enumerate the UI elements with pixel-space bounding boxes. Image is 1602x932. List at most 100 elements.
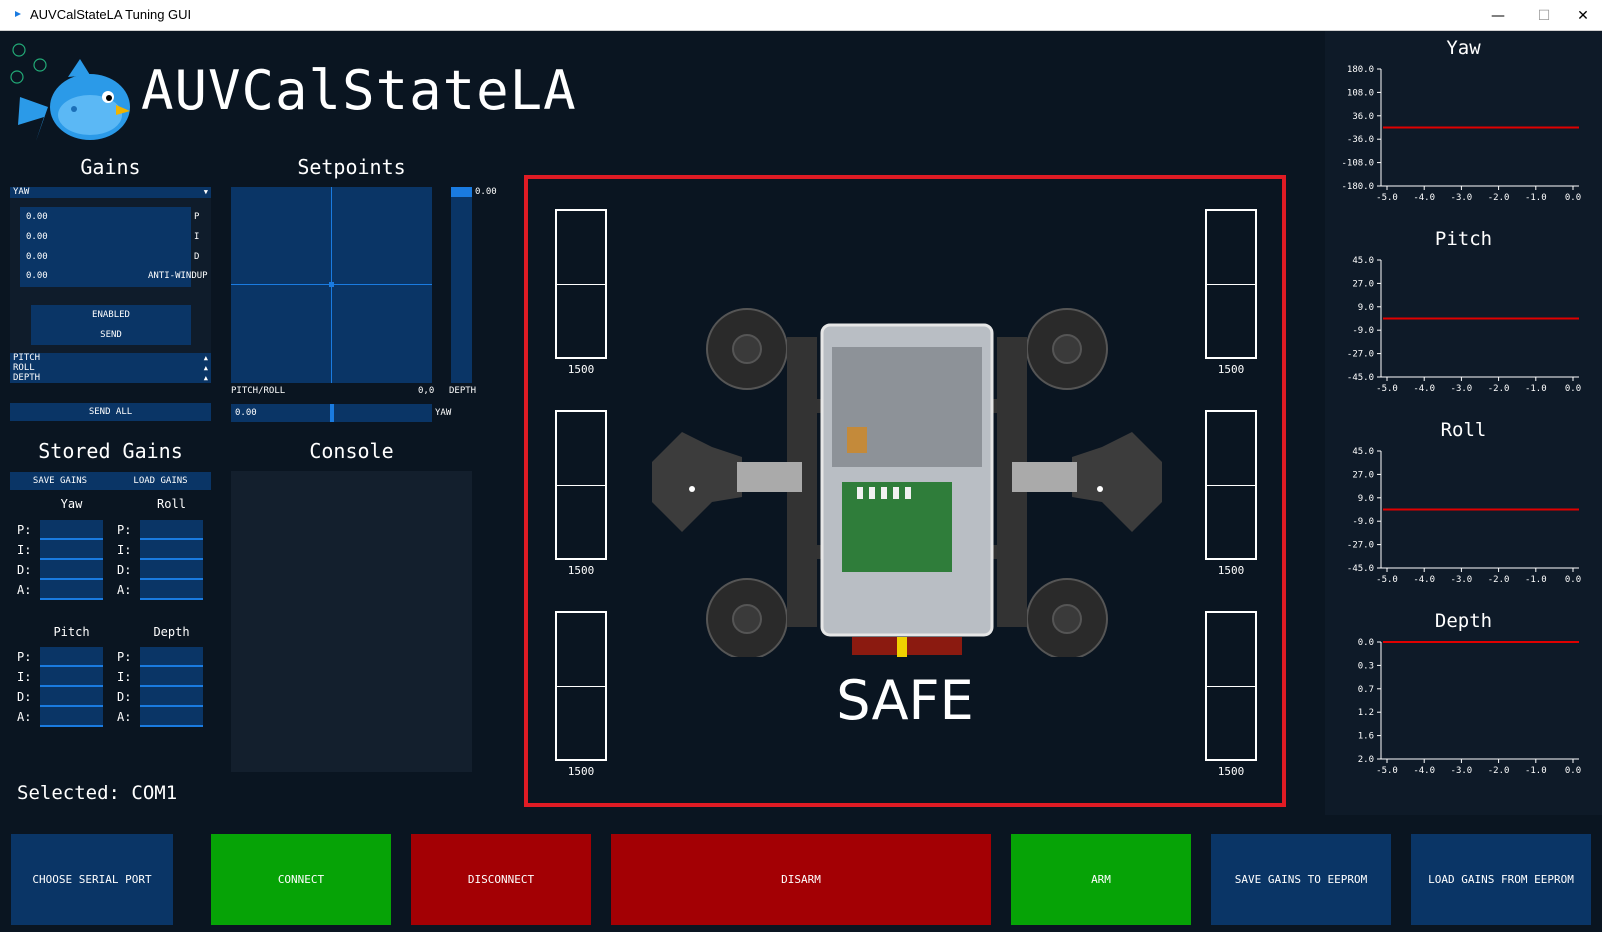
yaw-graph-title: Yaw bbox=[1446, 37, 1481, 59]
disarm-button[interactable]: DISARM bbox=[611, 834, 991, 925]
stored-gain-field[interactable] bbox=[140, 707, 203, 727]
x-tick-label: 0.0 bbox=[1565, 575, 1581, 585]
motor-gauge-mid-right bbox=[1205, 410, 1257, 560]
motor-value: 1500 bbox=[1217, 363, 1245, 376]
depth-slider[interactable] bbox=[451, 187, 472, 383]
x-tick-label: -2.0 bbox=[1488, 766, 1510, 776]
x-tick-label: -4.0 bbox=[1413, 384, 1435, 394]
stored-gain-label: A: bbox=[17, 583, 32, 597]
yaw-slider[interactable]: 0.00 bbox=[231, 404, 432, 422]
x-tick-label: -1.0 bbox=[1525, 575, 1547, 585]
antiwindup-input[interactable]: 0.00 bbox=[26, 271, 48, 281]
y-tick-label: 27.0 bbox=[1352, 470, 1374, 480]
setpoints-title: Setpoints bbox=[297, 155, 406, 179]
pad-handle[interactable] bbox=[329, 282, 334, 287]
depth-collapsed-header[interactable]: DEPTH ▲ bbox=[10, 373, 211, 383]
motor-gauge-front-left bbox=[555, 209, 607, 359]
choose-serial-port-button[interactable]: CHOOSE SERIAL PORT bbox=[11, 834, 173, 925]
pitch-collapsed-header[interactable]: PITCH ▲ bbox=[10, 353, 211, 363]
y-tick-label: -27.0 bbox=[1347, 541, 1374, 551]
x-tick-label: -1.0 bbox=[1525, 384, 1547, 394]
window-titlebar: AUVCalStateLA Tuning GUI — ☐ ✕ bbox=[0, 0, 1602, 31]
i-gain-input[interactable]: 0.00 bbox=[26, 232, 48, 242]
y-tick-label: 9.0 bbox=[1358, 494, 1374, 504]
fish-logo-icon bbox=[10, 43, 130, 141]
gains-title: Gains bbox=[80, 155, 141, 179]
load-gains-button[interactable]: LOAD GAINS bbox=[110, 472, 211, 490]
send-all-button[interactable]: SEND ALL bbox=[10, 403, 211, 421]
disconnect-button[interactable]: DISCONNECT bbox=[411, 834, 591, 925]
x-tick-label: -4.0 bbox=[1413, 193, 1435, 203]
x-tick-label: -5.0 bbox=[1376, 575, 1398, 585]
save-gains-eeprom-button[interactable]: SAVE GAINS TO EEPROM bbox=[1211, 834, 1391, 925]
y-tick-label: 45.0 bbox=[1352, 256, 1374, 266]
stored-gain-field[interactable] bbox=[40, 520, 103, 540]
stored-gain-field[interactable] bbox=[140, 667, 203, 687]
stored-gains-title: Stored Gains bbox=[38, 439, 183, 463]
motor-gauge-mid-left bbox=[555, 410, 607, 560]
y-tick-label: 0.3 bbox=[1358, 661, 1374, 671]
load-gains-eeprom-button[interactable]: LOAD GAINS FROM EEPROM bbox=[1411, 834, 1591, 925]
y-tick-label: 0.0 bbox=[1358, 638, 1374, 648]
y-tick-label: -180.0 bbox=[1341, 182, 1374, 192]
stored-gain-field[interactable] bbox=[40, 687, 103, 707]
stored-gain-field[interactable] bbox=[140, 560, 203, 580]
stored-gain-label: I: bbox=[17, 543, 32, 557]
minimize-button[interactable]: — bbox=[1475, 0, 1521, 31]
x-tick-label: -2.0 bbox=[1488, 575, 1510, 585]
stored-gain-label: D: bbox=[117, 563, 132, 577]
connect-button[interactable]: CONNECT bbox=[211, 834, 391, 925]
depth-graph: 0.0 0.3 0.7 1.2 1.6 2.0-5.0 -4.0 -3.0 -2.0 -1.0 0.… bbox=[1358, 638, 1581, 776]
x-tick-label: -2.0 bbox=[1488, 384, 1510, 394]
stored-gain-field[interactable] bbox=[140, 580, 203, 600]
stored-gain-label: I: bbox=[117, 543, 132, 557]
stored-gain-field[interactable] bbox=[40, 540, 103, 560]
stored-roll-title: Roll bbox=[157, 497, 186, 511]
stored-gain-field[interactable] bbox=[140, 540, 203, 560]
stored-gain-field[interactable] bbox=[140, 520, 203, 540]
x-tick-label: 0.0 bbox=[1565, 384, 1581, 394]
gains-axis-selector[interactable]: YAW ▼ bbox=[10, 187, 211, 198]
stored-gain-field[interactable] bbox=[140, 647, 203, 667]
stored-gain-field[interactable] bbox=[140, 687, 203, 707]
p-label: P bbox=[194, 212, 200, 222]
robot-image bbox=[652, 308, 1162, 657]
x-tick-label: -3.0 bbox=[1451, 575, 1473, 585]
stored-gain-field[interactable] bbox=[40, 647, 103, 667]
close-button[interactable]: ✕ bbox=[1560, 0, 1602, 31]
pitch-roll-pad[interactable] bbox=[231, 187, 432, 383]
app-icon bbox=[15, 11, 21, 17]
pitch-header-label: PITCH bbox=[13, 353, 41, 363]
send-button[interactable]: SEND bbox=[31, 325, 191, 345]
y-tick-label: 1.6 bbox=[1358, 732, 1374, 742]
d-gain-input[interactable]: 0.00 bbox=[26, 252, 48, 262]
window-title: AUVCalStateLA Tuning GUI bbox=[30, 7, 192, 22]
enabled-toggle[interactable]: ENABLED bbox=[31, 305, 191, 325]
y-tick-label: -9.0 bbox=[1352, 326, 1374, 336]
stored-gain-field[interactable] bbox=[40, 560, 103, 580]
depth-slider-fill[interactable] bbox=[451, 187, 472, 197]
x-tick-label: -3.0 bbox=[1451, 766, 1473, 776]
y-tick-label: 108.0 bbox=[1347, 88, 1374, 98]
motor-value: 1500 bbox=[1217, 564, 1245, 577]
y-tick-label: -9.0 bbox=[1352, 517, 1374, 527]
y-tick-label: -108.0 bbox=[1341, 159, 1374, 169]
roll-collapsed-header[interactable]: ROLL ▲ bbox=[10, 363, 211, 373]
y-tick-label: 27.0 bbox=[1352, 279, 1374, 289]
stored-gain-label: D: bbox=[117, 690, 132, 704]
chevron-up-icon: ▲ bbox=[203, 374, 208, 382]
console-output[interactable] bbox=[231, 471, 472, 772]
x-tick-label: -4.0 bbox=[1413, 575, 1435, 585]
depth-setpoint-value: 0.00 bbox=[475, 187, 497, 197]
stored-gain-field[interactable] bbox=[40, 667, 103, 687]
stored-gain-field[interactable] bbox=[40, 707, 103, 727]
arm-button[interactable]: ARM bbox=[1011, 834, 1191, 925]
stored-gain-field[interactable] bbox=[40, 580, 103, 600]
p-gain-input[interactable]: 0.00 bbox=[26, 212, 48, 222]
x-tick-label: -5.0 bbox=[1376, 766, 1398, 776]
motor-value: 1500 bbox=[1217, 765, 1245, 778]
save-gains-button[interactable]: SAVE GAINS bbox=[10, 472, 110, 490]
y-tick-label: 0.7 bbox=[1358, 685, 1374, 695]
yaw-slider-handle[interactable] bbox=[329, 404, 334, 422]
yaw-graph: 180.0 108.0 36.0 -36.0 -108.0 -180.0-5.0 -4.0 -… bbox=[1341, 65, 1581, 203]
